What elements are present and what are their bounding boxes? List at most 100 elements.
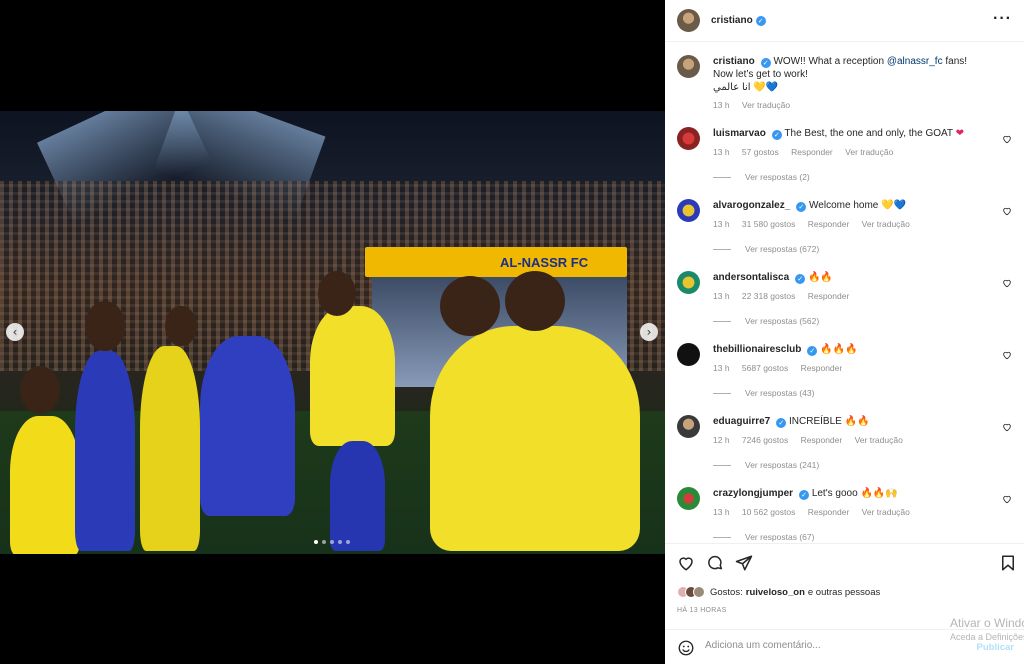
kid-figure (10, 416, 80, 554)
comment-bubble-icon[interactable] (706, 554, 724, 572)
player-figure (430, 326, 640, 551)
comment-translate[interactable]: Ver tradução (855, 435, 903, 445)
like-comment-heart-icon[interactable] (1002, 278, 1012, 288)
comment-reply[interactable]: Responder (791, 147, 833, 157)
verified-badge-icon: ✓ (755, 15, 766, 26)
comment-username[interactable]: thebillionairesclub (713, 344, 801, 355)
caption-text-end: fans! (945, 56, 968, 67)
comment-username[interactable]: eduaguirre7 (713, 416, 770, 427)
like-comment-heart-icon[interactable] (1002, 350, 1012, 360)
share-send-icon[interactable] (735, 554, 753, 572)
view-replies[interactable]: Ver respostas (67) (713, 532, 814, 542)
comment-translate[interactable]: Ver tradução (845, 147, 893, 157)
comment-likes[interactable]: 10 562 gostos (742, 507, 795, 517)
player-head (505, 271, 565, 331)
comment-username[interactable]: crazylongjumper (713, 488, 793, 499)
comment-translate[interactable]: Ver tradução (862, 507, 910, 517)
like-comment-heart-icon[interactable] (1002, 422, 1012, 432)
comment-reply[interactable]: Responder (808, 507, 850, 517)
avatar[interactable] (677, 271, 700, 294)
avatar[interactable] (677, 9, 700, 32)
comment-emoji: 🔥🔥🙌 (860, 488, 898, 499)
liker-avatar (693, 586, 705, 598)
carousel-dot (338, 540, 342, 544)
avatar[interactable] (677, 127, 700, 150)
comment: alvarogonzalez_ ✓ Welcome home 💛💙 13 h 31… (677, 199, 1012, 269)
comment-input[interactable] (705, 640, 925, 651)
carousel-dot (314, 540, 318, 544)
verified-badge-icon: ✓ (776, 418, 787, 428)
header-username[interactable]: cristiano (711, 15, 753, 26)
avatar[interactable] (677, 55, 700, 78)
comment-emoji: 🔥🔥🔥 (820, 344, 858, 355)
carousel-dot (330, 540, 334, 544)
player-head (318, 271, 356, 316)
comment-time[interactable]: 13 h (713, 291, 730, 301)
comment-username[interactable]: andersontalisca (713, 272, 789, 283)
caption-translate[interactable]: Ver tradução (742, 100, 790, 110)
comment-likes[interactable]: 7246 gostos (742, 435, 788, 445)
likes-suffix[interactable]: e outras pessoas (808, 587, 880, 598)
comment-time[interactable]: 13 h (713, 219, 730, 229)
avatar[interactable] (677, 343, 700, 366)
comment-reply[interactable]: Responder (808, 219, 850, 229)
avatar[interactable] (677, 415, 700, 438)
caption-username[interactable]: cristiano (713, 56, 755, 67)
comment-reply[interactable]: Responder (801, 363, 843, 373)
comment: eduaguirre7 ✓ INCREÍBLE 🔥🔥 12 h 7246 gost… (677, 415, 1012, 485)
like-comment-heart-icon[interactable] (1002, 134, 1012, 144)
emoji-smile-icon[interactable] (677, 639, 695, 657)
verified-badge-icon: ✓ (771, 130, 782, 140)
comment-time[interactable]: 13 h (713, 147, 730, 157)
caption-time[interactable]: 13 h (713, 100, 730, 110)
verified-badge-icon: ✓ (760, 58, 771, 68)
like-comment-heart-icon[interactable] (1002, 206, 1012, 216)
watermark-line-2: Aceda a Definições (950, 632, 1024, 642)
post-photo[interactable]: AL-NASSR FC (0, 111, 665, 554)
likes-summary[interactable]: Gostos: ruiveloso_on e outras pessoas (677, 586, 880, 598)
comment-time[interactable]: 12 h (713, 435, 730, 445)
comments-list[interactable]: cristiano ✓ WOW!! What a reception @alnas… (665, 43, 1024, 542)
view-replies[interactable]: Ver respostas (43) (713, 388, 814, 398)
comment-likes[interactable]: 31 580 gostos (742, 219, 795, 229)
view-replies[interactable]: Ver respostas (241) (713, 460, 819, 470)
comment-likes[interactable]: 5687 gostos (742, 363, 788, 373)
avatar[interactable] (677, 487, 700, 510)
view-replies[interactable]: Ver respostas (2) (713, 172, 810, 182)
kid-head (85, 301, 125, 351)
like-comment-heart-icon[interactable] (1002, 494, 1012, 504)
save-bookmark-icon[interactable] (999, 554, 1017, 572)
comment-likes[interactable]: 22 318 gostos (742, 291, 795, 301)
comment-emoji: 🔥🔥 (807, 272, 833, 283)
like-heart-icon[interactable] (677, 554, 695, 572)
carousel-dot (346, 540, 350, 544)
view-replies[interactable]: Ver respostas (672) (713, 244, 819, 254)
comment-likes[interactable]: 57 gostos (742, 147, 779, 157)
comment-text: Welcome home (809, 200, 879, 211)
caption: cristiano ✓ WOW!! What a reception @alnas… (677, 55, 1012, 115)
comment-text: The Best, the one and only, the GOAT (784, 128, 953, 139)
previous-arrow-icon[interactable]: ‹ (6, 323, 24, 341)
comment-time[interactable]: 13 h (713, 363, 730, 373)
kids-group (200, 336, 295, 516)
comment-text: INCREÍBLE (789, 416, 842, 427)
post-side-panel: cristiano ✓ ··· cristiano ✓ WOW!! What a … (665, 0, 1024, 664)
comment-username[interactable]: alvarogonzalez_ (713, 200, 790, 211)
comment-reply[interactable]: Responder (808, 291, 850, 301)
next-arrow-icon[interactable]: › (640, 323, 658, 341)
player-figure (310, 306, 395, 446)
comment-time[interactable]: 13 h (713, 507, 730, 517)
view-replies[interactable]: Ver respostas (562) (713, 316, 819, 326)
post-time-ago[interactable]: HÁ 13 HORAS (677, 607, 727, 614)
avatar[interactable] (677, 199, 700, 222)
windows-activation-watermark: Ativar o Windows Aceda a Definições (950, 616, 1024, 644)
likes-user[interactable]: ruiveloso_on (746, 587, 805, 598)
more-options-icon[interactable]: ··· (993, 11, 1012, 27)
club-banner: AL-NASSR FC (365, 247, 627, 277)
comment: andersontalisca ✓ 🔥🔥 13 h 22 318 gostos R… (677, 271, 1012, 341)
player-head (440, 276, 500, 336)
comment-translate[interactable]: Ver tradução (862, 219, 910, 229)
comment-reply[interactable]: Responder (801, 435, 843, 445)
caption-mention[interactable]: @alnassr_fc (887, 56, 943, 67)
comment-username[interactable]: luismarvao (713, 128, 766, 139)
